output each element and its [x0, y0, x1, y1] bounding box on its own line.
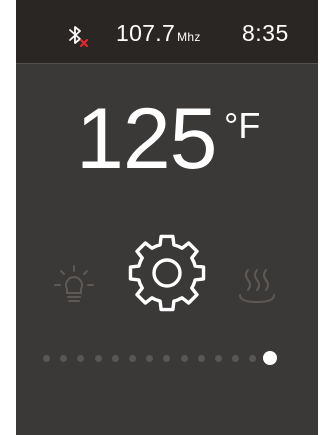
- page-dot[interactable]: [129, 355, 136, 362]
- page-dot[interactable]: [146, 355, 154, 362]
- status-bar: 107.7 Mhz 8:35: [16, 0, 318, 64]
- clock-time: 8:35: [242, 20, 289, 46]
- page-dot[interactable]: [77, 355, 85, 362]
- bluetooth-disconnected-icon[interactable]: [66, 22, 88, 48]
- device-screen: 107.7 Mhz 8:35 125 °F: [16, 0, 318, 435]
- frequency-value: 107.7: [116, 20, 176, 46]
- gear-icon[interactable]: [124, 230, 210, 316]
- page-dot[interactable]: [94, 355, 102, 362]
- page-dot[interactable]: [163, 355, 171, 362]
- page-dot[interactable]: [60, 355, 68, 362]
- temperature-value[interactable]: 125: [76, 96, 217, 182]
- steam-icon[interactable]: [236, 264, 278, 308]
- frequency-unit: Mhz: [177, 30, 201, 44]
- page-dot[interactable]: [215, 355, 222, 362]
- light-bulb-icon[interactable]: [52, 263, 96, 313]
- page-dot[interactable]: [249, 355, 257, 362]
- page-dot[interactable]: [232, 355, 240, 362]
- temperature-unit: °F: [224, 105, 261, 146]
- page-dot-active[interactable]: [263, 351, 278, 365]
- page-dot[interactable]: [197, 355, 205, 362]
- page-dot[interactable]: [180, 355, 188, 362]
- radio-frequency: 107.7 Mhz: [116, 20, 201, 47]
- page-dot[interactable]: [111, 355, 119, 362]
- page-dot[interactable]: [43, 355, 50, 362]
